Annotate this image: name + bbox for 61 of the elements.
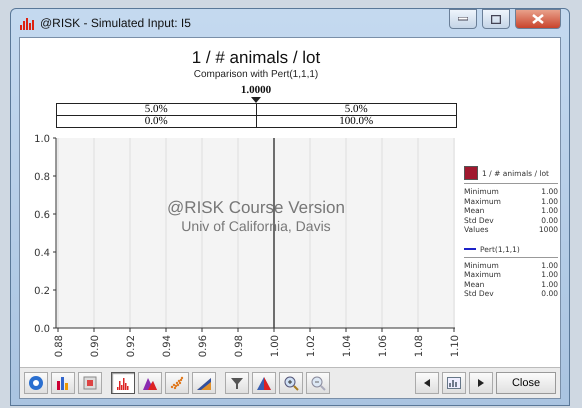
window-title: @RISK - Simulated Input: I5 [40, 16, 192, 30]
zoom-out-icon [310, 375, 326, 391]
left-arrow-icon [424, 379, 430, 387]
filter-icon [229, 375, 245, 391]
x-tick-label: 1.04 [342, 335, 353, 358]
chart-subtitle: Comparison with Pert(1,1,1) [194, 68, 318, 81]
app-logo-icon [19, 16, 35, 30]
delimiter-marker-icon[interactable] [251, 97, 261, 103]
toolbar-button[interactable] [279, 372, 303, 394]
toolbar-button[interactable] [225, 372, 249, 394]
x-tick-label: 1.10 [450, 335, 460, 358]
toolbar-button[interactable] [192, 372, 216, 394]
x-tick-label: 0.90 [90, 335, 101, 358]
toolbar-button[interactable] [138, 372, 162, 394]
close-window-button[interactable] [515, 9, 561, 29]
right-arrow-icon [478, 379, 484, 387]
x-tick-label: 0.96 [198, 335, 209, 358]
x-tick-label: 0.98 [234, 335, 245, 358]
close-button[interactable]: Close [496, 372, 556, 394]
x-tick-label: 1.02 [306, 335, 317, 358]
close-icon [532, 14, 544, 24]
toolbar-button[interactable] [78, 372, 102, 394]
minimize-button[interactable] [449, 9, 477, 29]
bar-chart-icon [55, 375, 71, 391]
x-tick-label: 0.92 [126, 335, 137, 358]
y-tick-label: 0.2 [34, 286, 50, 297]
toolbar-button[interactable] [51, 372, 75, 394]
scatter-icon [169, 375, 185, 391]
delimiter-value: 1.0000 [240, 83, 272, 97]
y-tick-label: 0.6 [34, 210, 50, 221]
triangle-icon [256, 375, 272, 391]
y-tick-label: 0.0 [34, 324, 50, 335]
toolbar-button[interactable] [306, 372, 330, 394]
x-tick-label: 0.94 [162, 335, 173, 358]
histogram-icon [115, 375, 131, 391]
legend-toggle-button[interactable] [442, 372, 466, 394]
probability-cell-text: 100.0% [338, 116, 374, 127]
x-tick-label: 1.06 [378, 335, 389, 358]
next-button[interactable] [469, 372, 493, 394]
maximize-button[interactable] [482, 9, 510, 29]
maximize-icon [491, 14, 501, 24]
x-tick-label: 0.88 [54, 335, 65, 358]
help-icon [28, 375, 44, 391]
toolbar-button[interactable] [24, 372, 48, 394]
y-tick-label: 0.4 [34, 248, 50, 259]
toolbar-button[interactable] [111, 372, 135, 394]
probability-cell: 0.0% [57, 116, 256, 127]
cumulative-icon [196, 375, 212, 391]
x-tick-label: 1.08 [414, 335, 425, 358]
y-tick-label: 0.8 [34, 172, 50, 183]
zoom-in-icon [283, 375, 299, 391]
minimize-icon [458, 17, 468, 21]
x-tick-label: 1.00 [270, 335, 281, 358]
toolbar-button[interactable] [252, 372, 276, 394]
probability-cell: 5.0% [256, 104, 456, 116]
chart-title: 1 / # animals / lot [192, 48, 320, 68]
previous-button[interactable] [415, 372, 439, 394]
y-tick-label: 1.0 [34, 134, 50, 145]
probability-cell: 5.0% [57, 104, 256, 116]
chart-icon [447, 377, 461, 389]
report-icon [82, 375, 98, 391]
